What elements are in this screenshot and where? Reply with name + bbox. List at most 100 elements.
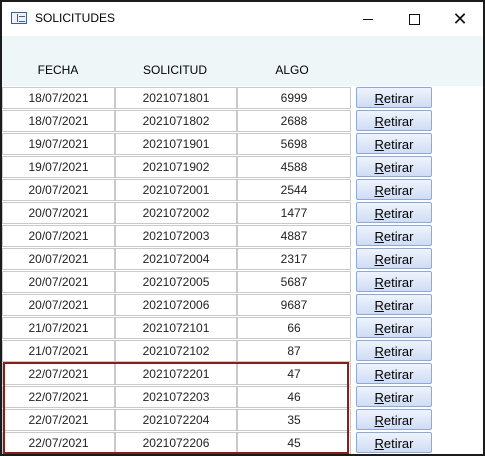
fecha-field[interactable]: 21/07/2021 <box>2 317 115 339</box>
retirar-access-key: R <box>374 229 384 244</box>
solicitud-field[interactable]: 2021072101 <box>115 317 237 339</box>
maximize-icon <box>408 13 420 25</box>
solicitud-field[interactable]: 2021072206 <box>115 432 237 454</box>
table-row: 19/07/2021 2021071902 4588 Retirar <box>2 156 483 179</box>
retirar-label: etirar <box>383 137 414 152</box>
retirar-button[interactable]: Retirar <box>356 432 432 453</box>
retirar-label: etirar <box>383 344 414 359</box>
retirar-access-key: R <box>374 367 384 382</box>
algo-field[interactable]: 4887 <box>237 225 351 247</box>
algo-field[interactable]: 2317 <box>237 248 351 270</box>
close-button[interactable]: ✕ <box>437 2 483 36</box>
retirar-button[interactable]: Retirar <box>356 409 432 430</box>
retirar-button[interactable]: Retirar <box>356 386 432 407</box>
retirar-access-key: R <box>374 114 384 129</box>
table-row: 21/07/2021 2021072101 66 Retirar <box>2 317 483 340</box>
retirar-label: etirar <box>383 252 414 267</box>
retirar-button[interactable]: Retirar <box>356 271 432 292</box>
solicitud-field[interactable]: 2021072203 <box>115 386 237 408</box>
solicitud-field[interactable]: 2021072003 <box>115 225 237 247</box>
fecha-field[interactable]: 18/07/2021 <box>2 87 115 109</box>
algo-field[interactable]: 5698 <box>237 133 351 155</box>
fecha-field[interactable]: 20/07/2021 <box>2 248 115 270</box>
solicitud-field[interactable]: 2021071902 <box>115 156 237 178</box>
column-header-fecha: FECHA <box>37 63 79 77</box>
retirar-access-key: R <box>374 206 384 221</box>
algo-field[interactable]: 5687 <box>237 271 351 293</box>
solicitud-field[interactable]: 2021072204 <box>115 409 237 431</box>
solicitud-field[interactable]: 2021071901 <box>115 133 237 155</box>
solicitud-field[interactable]: 2021072006 <box>115 294 237 316</box>
minimize-button[interactable] <box>345 2 391 36</box>
algo-field[interactable]: 9687 <box>237 294 351 316</box>
retirar-button[interactable]: Retirar <box>356 225 432 246</box>
retirar-button[interactable]: Retirar <box>356 156 432 177</box>
fecha-field[interactable]: 22/07/2021 <box>2 432 115 454</box>
table-row: 22/07/2021 2021072201 47 Retirar <box>2 363 483 386</box>
retirar-label: etirar <box>383 436 414 451</box>
fecha-field[interactable]: 20/07/2021 <box>2 179 115 201</box>
retirar-label: etirar <box>383 298 414 313</box>
retirar-button[interactable]: Retirar <box>356 248 432 269</box>
retirar-button[interactable]: Retirar <box>356 363 432 384</box>
table-row: 20/07/2021 2021072003 4887 Retirar <box>2 225 483 248</box>
retirar-button[interactable]: Retirar <box>356 317 432 338</box>
table-row: 20/07/2021 2021072006 9687 Retirar <box>2 294 483 317</box>
algo-field[interactable]: 45 <box>237 432 351 454</box>
retirar-access-key: R <box>374 91 384 106</box>
solicitud-field[interactable]: 2021071802 <box>115 110 237 132</box>
algo-field[interactable]: 66 <box>237 317 351 339</box>
table-row: 22/07/2021 2021072206 45 Retirar <box>2 432 483 454</box>
solicitud-field[interactable]: 2021072001 <box>115 179 237 201</box>
fecha-field[interactable]: 22/07/2021 <box>2 363 115 385</box>
retirar-button[interactable]: Retirar <box>356 340 432 361</box>
column-header-band: FECHA SOLICITUD ALGO <box>2 36 483 86</box>
table-row: 20/07/2021 2021072005 5687 Retirar <box>2 271 483 294</box>
algo-field[interactable]: 6999 <box>237 87 351 109</box>
retirar-button[interactable]: Retirar <box>356 294 432 315</box>
algo-field[interactable]: 1477 <box>237 202 351 224</box>
fecha-field[interactable]: 20/07/2021 <box>2 294 115 316</box>
solicitud-field[interactable]: 2021072102 <box>115 340 237 362</box>
algo-field[interactable]: 47 <box>237 363 351 385</box>
retirar-button[interactable]: Retirar <box>356 87 432 108</box>
retirar-label: etirar <box>383 114 414 129</box>
close-icon: ✕ <box>452 9 468 29</box>
solicitud-field[interactable]: 2021072002 <box>115 202 237 224</box>
retirar-label: etirar <box>383 275 414 290</box>
fecha-field[interactable]: 19/07/2021 <box>2 133 115 155</box>
fecha-field[interactable]: 20/07/2021 <box>2 271 115 293</box>
algo-field[interactable]: 35 <box>237 409 351 431</box>
retirar-button[interactable]: Retirar <box>356 133 432 154</box>
fecha-field[interactable]: 22/07/2021 <box>2 409 115 431</box>
table-row: 22/07/2021 2021072203 46 Retirar <box>2 386 483 409</box>
retirar-access-key: R <box>374 321 384 336</box>
algo-field[interactable]: 4588 <box>237 156 351 178</box>
retirar-button[interactable]: Retirar <box>356 202 432 223</box>
fecha-field[interactable]: 22/07/2021 <box>2 386 115 408</box>
fecha-field[interactable]: 21/07/2021 <box>2 340 115 362</box>
algo-field[interactable]: 46 <box>237 386 351 408</box>
retirar-access-key: R <box>374 183 384 198</box>
solicitud-field[interactable]: 2021071801 <box>115 87 237 109</box>
title-bar[interactable]: SOLICITUDES ✕ <box>2 2 483 36</box>
fecha-field[interactable]: 19/07/2021 <box>2 156 115 178</box>
solicitud-field[interactable]: 2021072004 <box>115 248 237 270</box>
column-header-solicitud: SOLICITUD <box>142 63 207 77</box>
fecha-field[interactable]: 18/07/2021 <box>2 110 115 132</box>
retirar-button[interactable]: Retirar <box>356 110 432 131</box>
solicitudes-window: SOLICITUDES ✕ FECHA SOLICITUD ALGO 18/07… <box>0 0 485 456</box>
solicitud-field[interactable]: 2021072005 <box>115 271 237 293</box>
solicitud-field[interactable]: 2021072201 <box>115 363 237 385</box>
retirar-button[interactable]: Retirar <box>356 179 432 200</box>
retirar-access-key: R <box>374 160 384 175</box>
algo-field[interactable]: 2688 <box>237 110 351 132</box>
retirar-access-key: R <box>374 275 384 290</box>
algo-field[interactable]: 87 <box>237 340 351 362</box>
fecha-field[interactable]: 20/07/2021 <box>2 202 115 224</box>
table-row: 18/07/2021 2021071801 6999 Retirar <box>2 87 483 110</box>
retirar-access-key: R <box>374 137 384 152</box>
fecha-field[interactable]: 20/07/2021 <box>2 225 115 247</box>
maximize-button[interactable] <box>391 2 437 36</box>
algo-field[interactable]: 2544 <box>237 179 351 201</box>
